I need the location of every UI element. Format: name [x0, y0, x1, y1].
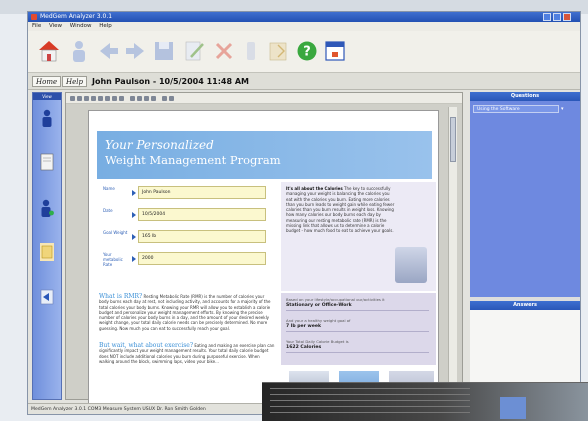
forward-icon[interactable]: [124, 39, 146, 63]
find-icon[interactable]: [169, 96, 174, 101]
close-icon[interactable]: [563, 13, 571, 21]
window-title: MedGem Analyzer 3.0.1: [40, 13, 113, 20]
maximize-icon[interactable]: [553, 13, 561, 21]
export-icon[interactable]: [40, 288, 54, 306]
add-patient-icon[interactable]: [40, 199, 54, 217]
zoom-width-icon[interactable]: [105, 96, 110, 101]
transfer-icon[interactable]: [240, 39, 262, 63]
zoom-page-icon[interactable]: [112, 96, 117, 101]
calories-text: It's all about the Calories The key to s…: [286, 186, 396, 234]
document-icon[interactable]: [40, 153, 54, 171]
field-value: 10/5/2004: [138, 208, 266, 221]
monitor-screen: [500, 397, 526, 419]
back-icon[interactable]: [98, 39, 120, 63]
summary-value: 7 lb per week: [286, 323, 429, 332]
app-icon: [31, 14, 37, 20]
calories-title: It's all about the Calories: [286, 186, 343, 191]
woman-photo: [395, 247, 427, 283]
chevron-down-icon[interactable]: ▾: [561, 106, 564, 112]
menu-view[interactable]: View: [49, 23, 62, 29]
nav-bar: Home Help John Paulson - 10/5/2004 11:48…: [28, 73, 580, 90]
calories-box: It's all about the Calories The key to s…: [281, 182, 436, 291]
field-label: Your metabolic Rate: [103, 252, 123, 267]
arrow-icon: [132, 256, 136, 262]
calories-body: The key to successfully managing your we…: [286, 186, 395, 234]
field-goal-weight: Goal Weight 165 lb: [101, 228, 266, 248]
report-title-line1: Your Personalized: [105, 138, 214, 152]
patient-icon[interactable]: [40, 109, 54, 127]
right-panel: Questions Using the Software ▾ Answers: [470, 92, 580, 400]
zoom-out-icon[interactable]: [91, 96, 96, 101]
next-page-icon[interactable]: [144, 96, 149, 101]
home-tab[interactable]: Home: [32, 76, 62, 87]
app-window: MedGem Analyzer 3.0.1 File View Window H…: [27, 11, 581, 415]
scroll-thumb[interactable]: [450, 117, 456, 162]
questions-panel: Using the Software ▾: [470, 101, 580, 297]
zoom-fit-icon[interactable]: [98, 96, 103, 101]
summary-value: Stationary or Office-Work: [286, 302, 429, 311]
zoom-in-icon[interactable]: [84, 96, 89, 101]
menu-file[interactable]: File: [32, 23, 41, 29]
viewer-scrollbar[interactable]: [448, 107, 457, 400]
field-label: Date: [103, 208, 113, 213]
help-tab[interactable]: Help: [62, 76, 87, 87]
window-blind: [270, 400, 470, 401]
viewer-toolbar: [66, 93, 462, 104]
user-icon[interactable]: [68, 39, 90, 63]
field-metabolic-rate: Your metabolic Rate 2000: [101, 250, 266, 270]
summary-value: 1622 Calories: [286, 344, 429, 353]
exercise-section: But wait, what about exercise? Eating an…: [99, 343, 275, 364]
report-icon[interactable]: [40, 243, 54, 261]
field-value: 165 lb: [138, 230, 266, 243]
left-panel-header: View: [33, 93, 61, 100]
last-page-icon[interactable]: [151, 96, 156, 101]
window-blind: [270, 394, 470, 395]
calendar-icon[interactable]: [324, 39, 346, 63]
field-value: John Paulson: [138, 186, 266, 199]
home-icon[interactable]: [38, 39, 60, 63]
questions-header: Questions: [470, 92, 580, 101]
first-page-icon[interactable]: [130, 96, 135, 101]
arrow-icon: [132, 234, 136, 240]
prev-page-icon[interactable]: [137, 96, 142, 101]
left-panel: View: [32, 92, 62, 400]
save-doc-icon[interactable]: [77, 96, 82, 101]
minimize-icon[interactable]: [543, 13, 551, 21]
field-name: Name John Paulson: [101, 184, 266, 204]
window-blind: [270, 388, 470, 389]
arrow-icon: [132, 190, 136, 196]
report-page: Your Personalized Weight Management Prog…: [88, 110, 439, 411]
delete-icon[interactable]: [213, 39, 235, 63]
menu-bar: File View Window Help: [28, 22, 580, 31]
report-title-line2: Weight Management Program: [105, 153, 281, 167]
copy-icon[interactable]: [162, 96, 167, 101]
field-label: Name: [103, 186, 115, 191]
field-value: 2000: [138, 252, 266, 265]
window-blind: [270, 412, 470, 413]
calorie-summary-box: Based on your lifestyle/occupational our…: [281, 293, 436, 365]
help-icon[interactable]: ?: [296, 39, 318, 63]
rmr-section: What is RMR? Resting Metabolic Rate (RMR…: [99, 294, 275, 331]
window-blind: [270, 406, 470, 407]
field-date: Date 10/5/2004: [101, 206, 266, 226]
open-icon[interactable]: [268, 39, 290, 63]
report-header: Your Personalized Weight Management Prog…: [97, 131, 432, 179]
office-photo-overlay: [262, 382, 588, 421]
field-label: Goal Weight: [103, 230, 128, 235]
arrow-icon: [132, 212, 136, 218]
rmr-text: Resting Metabolic Rate (RMR) is the numb…: [99, 294, 271, 331]
svg-text:?: ?: [303, 45, 311, 60]
toolbar: ?: [28, 31, 580, 73]
print-icon[interactable]: [70, 96, 75, 101]
topic-select[interactable]: Using the Software: [473, 105, 559, 113]
menu-window[interactable]: Window: [70, 23, 92, 29]
answers-header: Answers: [470, 301, 580, 310]
save-icon[interactable]: [153, 39, 175, 63]
edit-icon[interactable]: [183, 39, 205, 63]
zoom-menu-icon[interactable]: [119, 96, 124, 101]
menu-help[interactable]: Help: [99, 23, 112, 29]
title-bar: MedGem Analyzer 3.0.1: [28, 12, 580, 22]
patient-header: John Paulson - 10/5/2004 11:48 AM: [92, 77, 249, 86]
